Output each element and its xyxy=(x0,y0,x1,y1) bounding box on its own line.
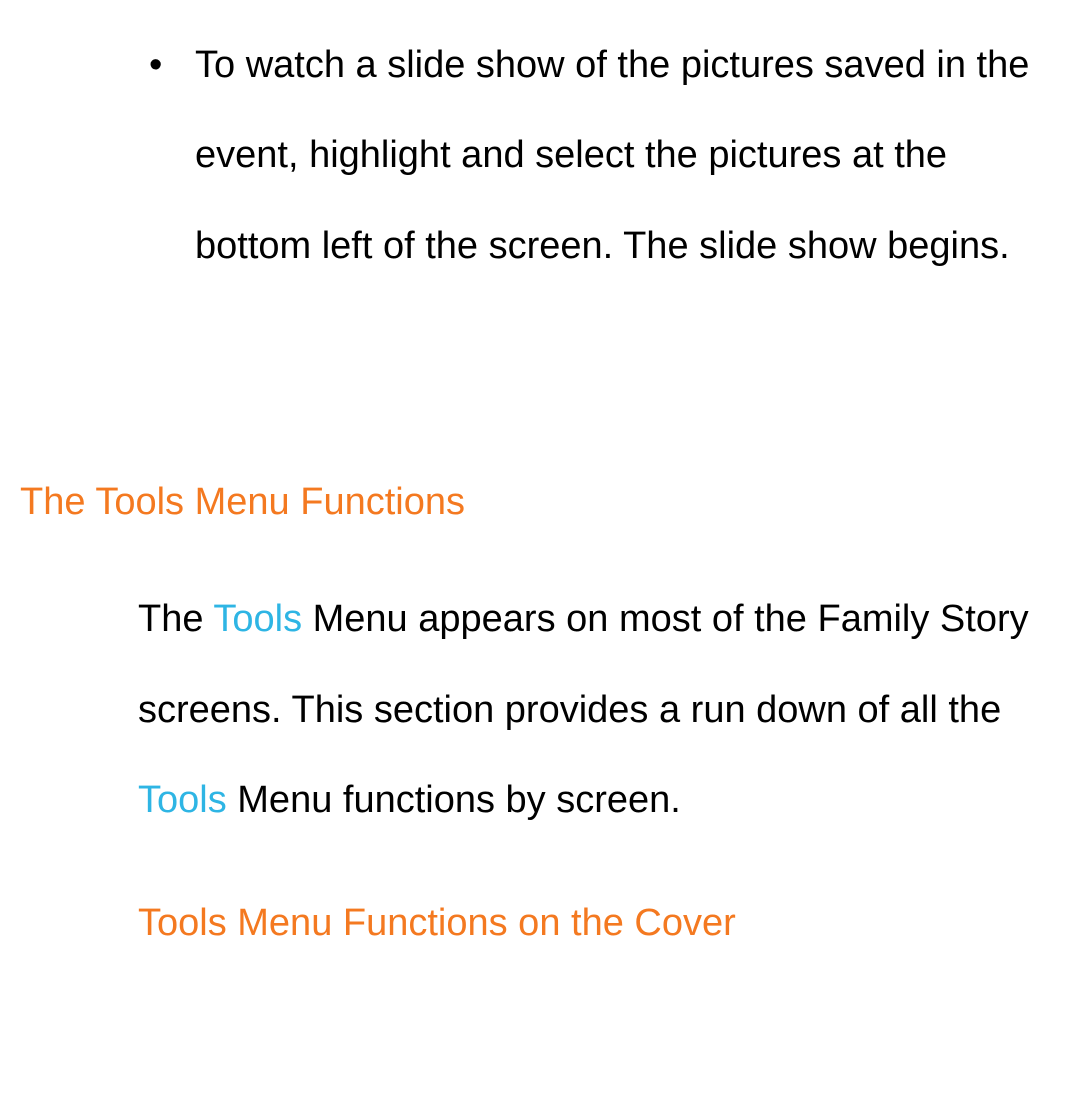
section-body: The Tools Menu appears on most of the Fa… xyxy=(20,574,1060,968)
bullet-list: To watch a slide show of the pictures sa… xyxy=(20,20,1060,291)
section-paragraph: The Tools Menu appears on most of the Fa… xyxy=(138,574,1060,845)
tools-keyword: Tools xyxy=(213,598,302,640)
para-text-3: Menu functions by screen. xyxy=(227,779,681,821)
para-text-1: The xyxy=(138,598,213,640)
subsection-heading: Tools Menu Functions on the Cover xyxy=(138,878,1060,968)
tools-keyword: Tools xyxy=(138,779,227,821)
bullet-item: To watch a slide show of the pictures sa… xyxy=(195,20,1060,291)
section-heading: The Tools Menu Functions xyxy=(20,481,1060,524)
